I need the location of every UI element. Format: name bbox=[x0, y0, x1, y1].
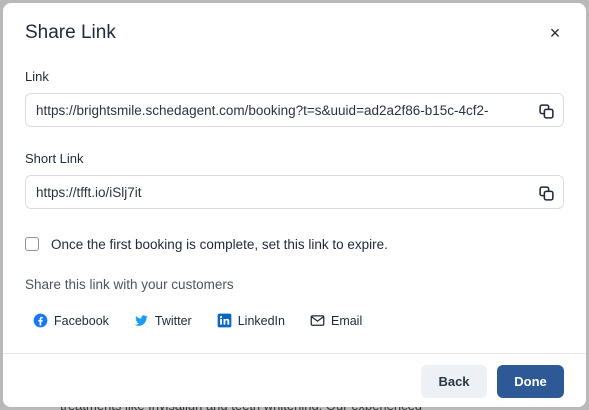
share-email-label: Email bbox=[330, 313, 363, 328]
twitter-icon bbox=[134, 313, 149, 328]
share-twitter-label: Twitter bbox=[154, 313, 192, 328]
share-twitter-button[interactable]: Twitter bbox=[134, 313, 192, 328]
share-facebook-button[interactable]: Facebook bbox=[33, 313, 109, 328]
share-linkedin-label: LinkedIn bbox=[237, 313, 285, 328]
expire-option: Once the first booking is complete, set … bbox=[25, 234, 564, 254]
facebook-icon bbox=[33, 313, 48, 328]
dialog-header: Share Link × bbox=[3, 3, 586, 63]
dialog-footer: Back Done bbox=[3, 353, 586, 407]
email-icon bbox=[310, 313, 325, 328]
share-linkedin-button[interactable]: LinkedIn bbox=[217, 313, 285, 328]
dialog-body: Link Short Link Once the fir bbox=[3, 63, 586, 328]
copy-icon bbox=[538, 103, 554, 119]
copy-link-button[interactable] bbox=[536, 101, 556, 121]
close-icon: × bbox=[549, 23, 561, 43]
done-button[interactable]: Done bbox=[497, 365, 564, 398]
linkedin-icon bbox=[217, 313, 232, 328]
share-link-dialog: Share Link × Link Short Link bbox=[3, 3, 586, 407]
short-link-input[interactable] bbox=[26, 176, 563, 208]
share-options: Facebook Twitter LinkedIn Email bbox=[33, 313, 564, 328]
share-heading: Share this link with your customers bbox=[25, 277, 234, 292]
link-input[interactable] bbox=[26, 94, 563, 126]
share-facebook-label: Facebook bbox=[54, 313, 109, 328]
share-email-button[interactable]: Email bbox=[310, 313, 362, 328]
back-button[interactable]: Back bbox=[421, 365, 487, 398]
copy-short-link-button[interactable] bbox=[536, 183, 556, 203]
link-label: Link bbox=[25, 69, 49, 84]
dialog-title: Share Link bbox=[25, 22, 116, 43]
expire-checkbox-label[interactable]: Once the first booking is complete, set … bbox=[51, 237, 388, 252]
copy-icon bbox=[538, 185, 554, 201]
expire-checkbox[interactable] bbox=[25, 237, 39, 251]
link-field bbox=[25, 93, 564, 127]
short-link-field bbox=[25, 175, 564, 209]
close-button[interactable]: × bbox=[546, 24, 564, 42]
short-link-label: Short Link bbox=[25, 151, 84, 166]
